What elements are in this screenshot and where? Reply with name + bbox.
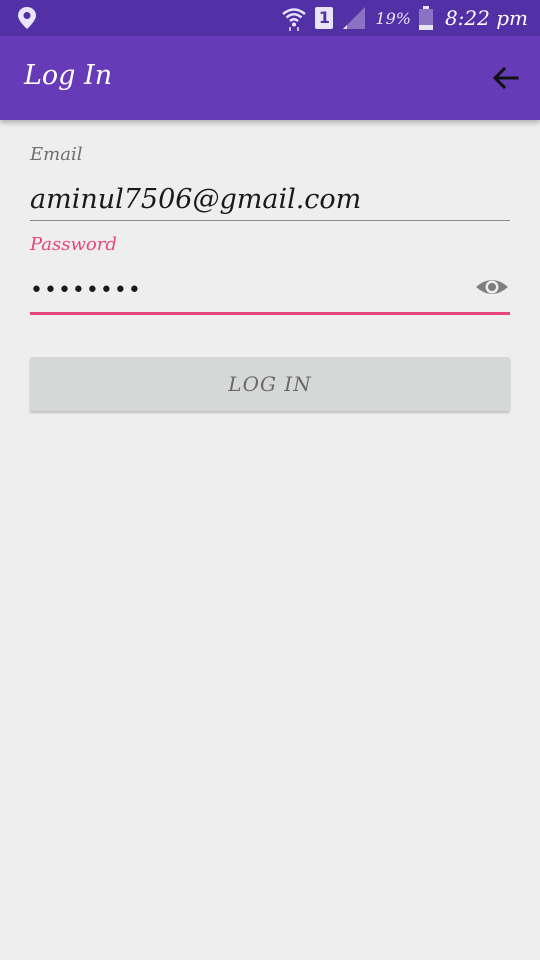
status-bar: 1 19% 8:22 pm [0, 0, 540, 36]
arrow-back-icon [490, 66, 522, 97]
clock: 8:22 pm [444, 6, 528, 30]
email-label: Email [30, 144, 83, 165]
password-label: Password [30, 234, 117, 255]
eye-icon [474, 280, 510, 305]
location-icon [16, 6, 38, 30]
battery-icon [418, 6, 433, 30]
sim-icon: 1 [315, 7, 334, 29]
password-visibility-toggle[interactable] [474, 272, 510, 302]
back-button[interactable] [490, 62, 522, 94]
email-field[interactable] [30, 178, 510, 221]
password-field[interactable] [30, 268, 510, 315]
page-title: Log In [24, 60, 113, 91]
battery-percent: 19% [375, 8, 411, 28]
wifi-icon [281, 5, 307, 31]
signal-icon [341, 6, 367, 30]
app-bar: Log In [0, 36, 540, 120]
login-button[interactable]: LOG IN [30, 357, 510, 411]
status-icons: 1 19% 8:22 pm [281, 0, 528, 36]
